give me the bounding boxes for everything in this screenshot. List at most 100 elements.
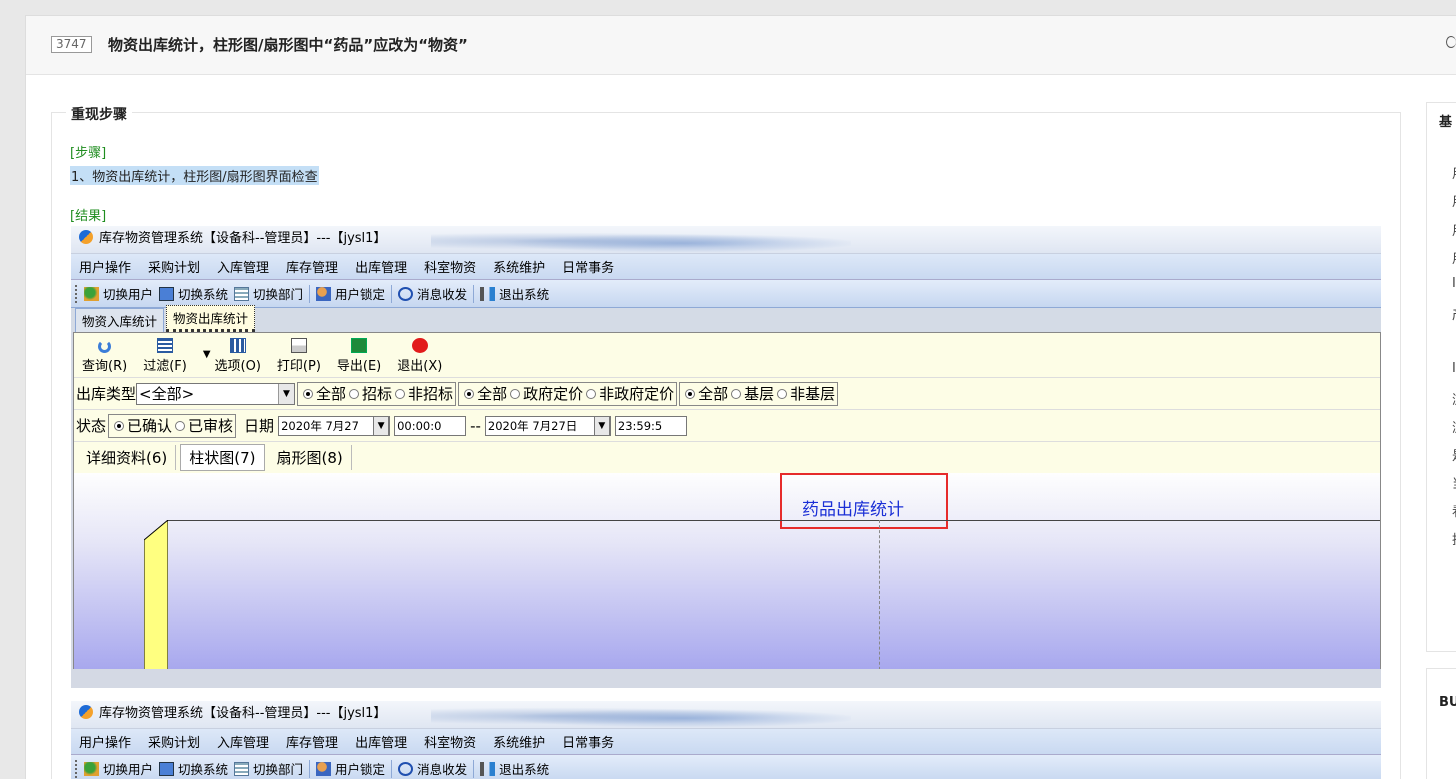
date-label: 日期	[244, 417, 275, 435]
radio-gov-price[interactable]	[510, 388, 521, 399]
export-button[interactable]: 导出(E)	[337, 338, 381, 374]
start-time-input[interactable]: 00:00:0	[394, 415, 467, 436]
toolbar-separator	[391, 284, 393, 303]
bug-title: 物资出库统计，柱形图/扇形图中“药品”应改为“物资”	[108, 36, 468, 54]
switch-user-button[interactable]: 切换用户	[84, 284, 153, 303]
user-lock-button[interactable]: 用户锁定	[316, 284, 385, 303]
menu-purchase[interactable]: 采购计划	[148, 257, 200, 276]
outbound-type-label: 出库类型	[76, 385, 137, 403]
info-row-label: 浏	[1452, 389, 1456, 408]
end-time-input[interactable]: 23:59:5	[614, 415, 687, 436]
query-button[interactable]: 查询(R)	[82, 340, 127, 374]
end-date-picker[interactable]: 2020年 7月27日 ▼	[484, 415, 611, 436]
menu-stock[interactable]: 库存管理	[286, 732, 338, 751]
info-icon	[398, 761, 414, 776]
tab-details[interactable]: 详细资料(6)	[78, 445, 177, 470]
messages-button[interactable]: 消息收发	[398, 759, 467, 778]
radio-tender[interactable]	[349, 388, 360, 399]
radio-reviewed[interactable]	[175, 420, 186, 431]
exit-button[interactable]: 退出(X)	[397, 338, 442, 374]
pricing-radio-group: 全部 政府定价 非政府定价	[458, 381, 678, 406]
tab-pie-chart[interactable]: 扇形图(8)	[269, 445, 352, 470]
search-icon[interactable]	[1446, 36, 1456, 48]
app-title: 库存物资管理系统【设备科--管理员】---【jysl1】	[99, 231, 387, 246]
title-decoration	[431, 705, 851, 727]
info-row-label: 看	[1452, 501, 1456, 520]
menu-inbound[interactable]: 入库管理	[217, 732, 269, 751]
radio-non-tender[interactable]	[395, 388, 406, 399]
user-lock-icon	[316, 761, 332, 776]
info-icon	[398, 286, 414, 301]
menu-stock[interactable]: 库存管理	[286, 257, 338, 276]
menu-dept[interactable]: 科室物资	[424, 257, 476, 276]
switch-dept-button[interactable]: 切换部门	[234, 759, 303, 778]
window-icon	[159, 761, 175, 776]
app-tabs: 物资入库统计 物资出库统计	[71, 305, 1381, 332]
menu-outbound[interactable]: 出库管理	[355, 732, 407, 751]
chevron-down-icon: ▼	[278, 383, 295, 404]
menu-system[interactable]: 系统维护	[493, 257, 545, 276]
menu-inbound[interactable]: 入库管理	[217, 257, 269, 276]
radio-all[interactable]	[685, 388, 696, 399]
menu-daily[interactable]: 日常事务	[562, 732, 614, 751]
radio-non-gov-price[interactable]	[586, 388, 597, 399]
toolbar-grip	[75, 759, 78, 778]
radio-all[interactable]	[464, 388, 475, 399]
app-toolbar: 切换用户 切换系统 切换部门 用户锁定 消息收发 退出系统	[71, 755, 1381, 779]
print-button[interactable]: 打印(P)	[277, 338, 321, 374]
filter-icon	[157, 338, 173, 353]
switch-system-button[interactable]: 切换系统	[159, 759, 228, 778]
menu-system[interactable]: 系统维护	[493, 732, 545, 751]
menu-user[interactable]: 用户操作	[79, 732, 131, 751]
radio-all[interactable]	[303, 388, 314, 399]
radio-grassroots[interactable]	[731, 388, 742, 399]
status-label: 状态	[76, 417, 107, 435]
filter-dropdown-arrow[interactable]: ▼	[203, 349, 211, 374]
outbound-stats-panel: 查询(R) 过滤(F) ▼ 选项(O) 打印(P) 导出(E) 退出(X) 出库…	[73, 332, 1381, 669]
app-logo-icon	[79, 705, 93, 719]
radio-non-grassroots[interactable]	[777, 388, 788, 399]
filter-button[interactable]: 过滤(F)	[143, 338, 187, 374]
info-row-label: I	[1452, 276, 1456, 291]
messages-button[interactable]: 消息收发	[398, 284, 467, 303]
options-button[interactable]: 选项(O)	[215, 338, 261, 374]
menu-dept[interactable]: 科室物资	[424, 732, 476, 751]
menu-user[interactable]: 用户操作	[79, 257, 131, 276]
tab-outbound-stats[interactable]: 物资出库统计	[166, 305, 256, 332]
action-button-row: 查询(R) 过滤(F) ▼ 选项(O) 打印(P) 导出(E) 退出(X)	[74, 333, 1380, 377]
tab-inbound-stats[interactable]: 物资入库统计	[75, 308, 165, 332]
switch-user-button[interactable]: 切换用户	[84, 759, 153, 778]
bar-chart-area: 药品出库统计	[74, 473, 1380, 669]
switch-system-button[interactable]: 切换系统	[159, 284, 228, 303]
excel-icon	[351, 338, 368, 353]
start-date-picker[interactable]: 2020年 7月27 ▼	[278, 415, 391, 436]
tab-bar-chart[interactable]: 柱状图(7)	[180, 444, 265, 471]
user-lock-button[interactable]: 用户锁定	[316, 759, 385, 778]
info-row-label: 执	[1452, 529, 1456, 548]
chart-subtabs: 详细资料(6) 柱状图(7) 扇形图(8)	[74, 441, 1380, 473]
outbound-type-select[interactable]: <全部> ▼	[136, 382, 296, 405]
radio-confirmed[interactable]	[114, 420, 125, 431]
chevron-down-icon: ▼	[373, 415, 390, 436]
info-row-label: 用	[1452, 248, 1456, 267]
exit-system-button[interactable]: 退出系统	[480, 759, 549, 778]
menu-daily[interactable]: 日常事务	[562, 257, 614, 276]
menu-outbound[interactable]: 出库管理	[355, 257, 407, 276]
step-1-text: 1、物资出库统计，柱形图/扇形图界面检查	[70, 166, 319, 185]
exit-system-button[interactable]: 退出系统	[480, 284, 549, 303]
tender-radio-group: 全部 招标 非招标	[297, 381, 457, 406]
info-row-label: 用	[1452, 191, 1456, 210]
menu-purchase[interactable]: 采购计划	[148, 732, 200, 751]
info-row-label: 用	[1452, 220, 1456, 239]
exit-icon	[480, 761, 496, 776]
switch-dept-button[interactable]: 切换部门	[234, 284, 303, 303]
status-radio-group: 已确认 已审核	[108, 413, 237, 438]
bug-panel-heading: BU	[1439, 695, 1456, 710]
level-radio-group: 全部 基层 非基层	[679, 381, 839, 406]
info-row-label: 产	[1452, 304, 1456, 323]
bug-detail-page: 3747 物资出库统计，柱形图/扇形图中“药品”应改为“物资” 重现步骤 [步骤…	[25, 15, 1456, 779]
building-icon	[234, 761, 250, 776]
chart-gridline	[879, 520, 880, 669]
app-menu-bar: 用户操作 采购计划 入库管理 库存管理 出库管理 科室物资 系统维护 日常事务	[71, 729, 1381, 755]
app-title: 库存物资管理系统【设备科--管理员】---【jysl1】	[99, 706, 387, 721]
